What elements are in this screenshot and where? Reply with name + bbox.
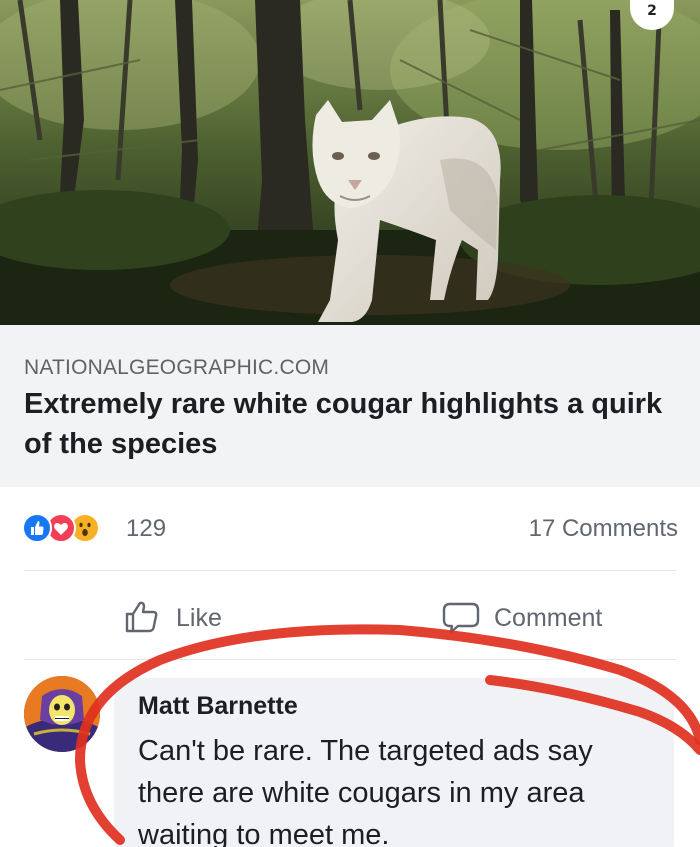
comment-section: Matt Barnette Can't be rare. The targete…	[0, 660, 700, 847]
reaction-icons[interactable]	[22, 513, 122, 543]
comment-bubble[interactable]: Matt Barnette Can't be rare. The targete…	[114, 678, 674, 847]
link-headline[interactable]: Extremely rare white cougar highlights a…	[24, 384, 674, 464]
like-reaction-icon	[22, 513, 52, 543]
comment-author[interactable]: Matt Barnette	[138, 692, 298, 721]
link-domain: NATIONALGEOGRAPHIC.COM	[24, 356, 330, 379]
reaction-count[interactable]: 129	[126, 515, 166, 543]
post-actions: Like Comment	[0, 572, 700, 660]
comments-count[interactable]: 17 Comments	[529, 515, 678, 543]
skeletor-avatar-icon	[24, 676, 100, 752]
comment-bubble-icon	[442, 602, 480, 634]
reactions-bar: 129 17 Comments	[0, 487, 700, 571]
like-label: Like	[176, 604, 222, 632]
divider	[24, 570, 676, 571]
comment-label: Comment	[494, 604, 603, 632]
white-cougar-photo	[0, 0, 700, 325]
comment-text: Can't be rare. The targeted ads say ther…	[138, 735, 593, 847]
link-preview[interactable]: NATIONALGEOGRAPHIC.COM Extremely rare wh…	[0, 325, 700, 487]
avatar[interactable]	[24, 676, 100, 752]
article-photo[interactable]: 2	[0, 0, 700, 325]
thumbs-up-icon	[125, 601, 158, 633]
